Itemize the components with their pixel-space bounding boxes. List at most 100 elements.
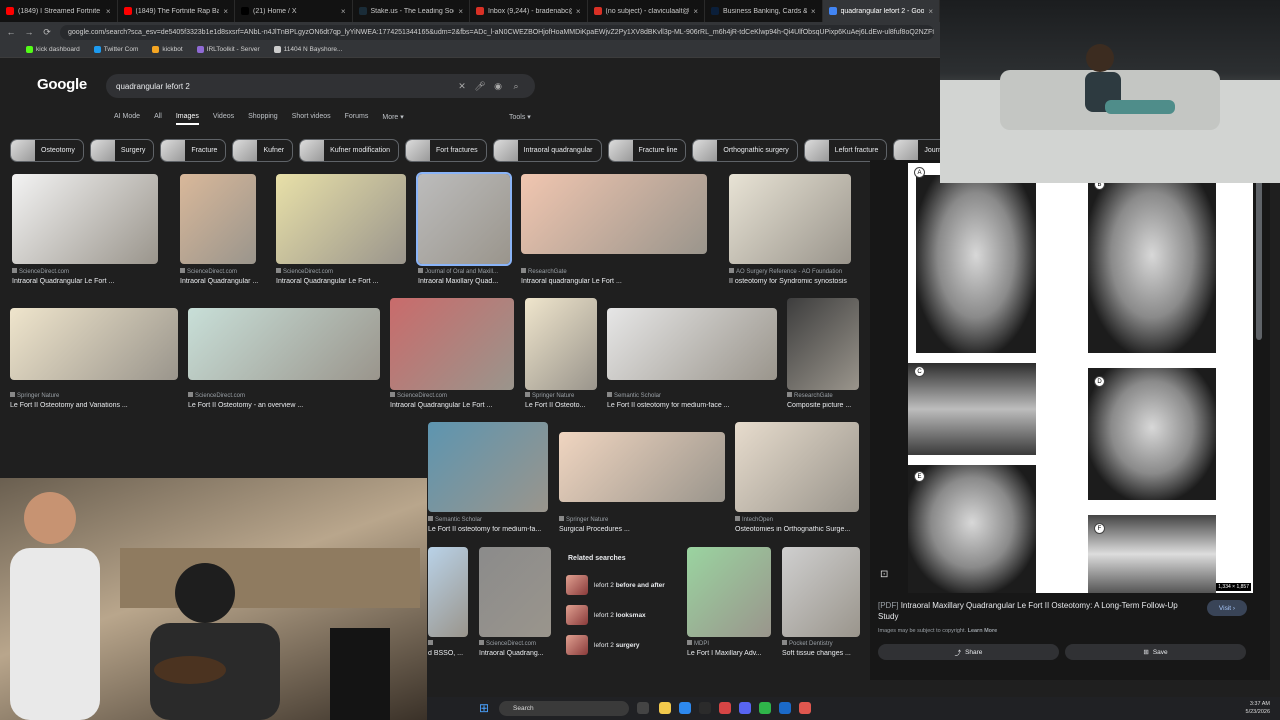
save-button[interactable]: ⊞ Save	[1065, 644, 1246, 660]
refinement-chip[interactable]: Fort fractures	[404, 139, 487, 162]
search-box[interactable]: quadrangular lefort 2 ✕ 🎤︎ ◉ ⌕	[106, 74, 535, 98]
result-thumbnail[interactable]	[12, 174, 158, 264]
tab-close-icon[interactable]: ×	[458, 7, 463, 16]
filter-tab[interactable]: Forums	[345, 113, 369, 125]
tab-close-icon[interactable]: ×	[106, 7, 111, 16]
result-thumbnail[interactable]	[521, 174, 707, 254]
refinement-chip[interactable]: Fracture	[160, 139, 227, 162]
result-thumbnail[interactable]	[782, 547, 860, 637]
browser-tab[interactable]: Inbox (9,244) - bradenabc@gm ×	[470, 0, 588, 22]
lens-icon[interactable]: ⊡	[880, 569, 888, 580]
browser-tab[interactable]: quadrangular lefort 2 - Google×	[822, 0, 940, 22]
browser-tab[interactable]: (no subject) - claviculaalt@gm×	[588, 0, 705, 22]
tab-close-icon[interactable]: ×	[576, 7, 581, 16]
tab-close-icon[interactable]: ×	[341, 7, 346, 16]
discord-icon[interactable]	[739, 702, 751, 714]
refinement-chip[interactable]: Intraoral quadrangular	[492, 139, 602, 162]
related-search-item[interactable]: lefort 2 looksmax	[562, 600, 676, 630]
result-thumbnail[interactable]	[416, 172, 512, 266]
browser-tab[interactable]: (1849) I Streamed Fortnite for ×	[0, 0, 118, 22]
result-thumbnail[interactable]	[525, 298, 597, 390]
spotify-icon[interactable]	[759, 702, 771, 714]
filter-tab[interactable]: AI Mode	[114, 113, 140, 125]
result-thumbnail[interactable]	[607, 308, 777, 380]
tab-close-icon[interactable]: ×	[693, 7, 698, 16]
obs-icon[interactable]	[779, 702, 791, 714]
google-logo[interactable]: Google	[37, 76, 87, 93]
task-view-icon[interactable]	[637, 702, 649, 714]
refinement-chip[interactable]: Orthognathic surgery	[692, 139, 798, 162]
bookmark-item[interactable]: kick dashboard	[26, 46, 80, 53]
result-thumbnail[interactable]	[687, 547, 771, 637]
refinement-chip[interactable]: Lefort fracture	[803, 139, 888, 162]
address-bar[interactable]: google.com/search?sca_esv=de5405f3323b1e…	[60, 24, 934, 40]
microphone-icon[interactable]: 🎤︎	[471, 81, 489, 92]
file-explorer-icon[interactable]	[659, 702, 671, 714]
filter-tab[interactable]: Images	[175, 113, 199, 125]
forward-icon[interactable]: →	[24, 27, 34, 37]
panel-title[interactable]: [PDF] Intraoral Maxillary Quadrangular L…	[878, 600, 1198, 622]
bookmark-item[interactable]: Twitter Com	[93, 46, 138, 53]
edge-icon[interactable]	[679, 702, 691, 714]
result-source[interactable]: ScienceDirect.com	[12, 268, 198, 275]
refinement-chip[interactable]: Osteotomy	[10, 139, 84, 162]
clear-icon[interactable]: ✕	[453, 81, 471, 92]
start-icon[interactable]: ⊞	[479, 701, 489, 715]
bookmark-item[interactable]: IRLToolkit - Server	[196, 46, 260, 53]
back-icon[interactable]: ←	[6, 27, 16, 37]
filter-tab[interactable]: Shopping	[248, 113, 278, 125]
filter-tab[interactable]: All	[154, 113, 162, 125]
app-icon[interactable]	[699, 702, 711, 714]
filter-tab[interactable]: Short videos	[292, 113, 331, 125]
result-thumbnail[interactable]	[276, 174, 406, 264]
refinement-chip[interactable]: Kufner	[232, 139, 294, 162]
result-source[interactable]: Semantic Scholar	[607, 392, 817, 399]
result-title[interactable]: Intraoral quadrangular Le Fort ...	[521, 278, 757, 285]
active-app-icon[interactable]	[799, 702, 811, 714]
result-thumbnail[interactable]	[10, 308, 178, 380]
browser-tab[interactable]: Stake.us - The Leading Social C×	[353, 0, 470, 22]
result-thumbnail[interactable]	[787, 298, 859, 390]
result-source[interactable]: ResearchGate	[521, 268, 747, 275]
filter-tab[interactable]: Videos	[213, 113, 234, 125]
refinement-chip[interactable]: Kufner modification	[299, 139, 399, 162]
search-icon[interactable]: ⌕	[507, 81, 525, 92]
result-source[interactable]: AO Surgery Reference - AO Foundation	[729, 268, 891, 275]
result-thumbnail[interactable]	[735, 422, 859, 512]
related-search-item[interactable]: lefort 2 before and after	[562, 570, 676, 600]
tab-close-icon[interactable]: ×	[223, 7, 228, 16]
result-thumbnail[interactable]	[428, 547, 468, 637]
browser-tab[interactable]: Business Banking, Cards & Tec ×	[705, 0, 823, 22]
filter-tab[interactable]: More ▾	[382, 113, 403, 125]
result-thumbnail[interactable]	[188, 308, 380, 380]
result-thumbnail[interactable]	[729, 174, 851, 264]
result-source[interactable]: ScienceDirect.com	[188, 392, 420, 399]
browser-tab[interactable]: (1849) The Fortnite Rap Battle |×	[118, 0, 235, 22]
result-thumbnail[interactable]	[390, 298, 514, 390]
result-thumbnail[interactable]	[559, 432, 725, 502]
visit-button[interactable]: Visit ›	[1207, 600, 1247, 616]
share-button[interactable]: ⤴ Share	[878, 644, 1059, 660]
result-thumbnail[interactable]	[479, 547, 551, 637]
panel-scrollbar[interactable]	[1256, 160, 1262, 340]
browser-tab[interactable]: (21) Home / X ×	[235, 0, 353, 22]
tools-menu[interactable]: Tools ▾	[509, 113, 531, 121]
taskbar-search[interactable]: Search	[499, 701, 629, 716]
tab-close-icon[interactable]: ×	[928, 7, 933, 16]
bookmark-item[interactable]: 11404 N Bayshore...	[273, 46, 342, 53]
result-source[interactable]: Springer Nature	[10, 392, 218, 399]
result-thumbnail[interactable]	[428, 422, 548, 512]
refinement-chip[interactable]: Journal of O	[893, 139, 940, 162]
bookmark-item[interactable]: kickbot	[152, 46, 183, 53]
camera-icon[interactable]: ◉	[489, 81, 507, 92]
related-search-item[interactable]: lefort 2 surgery	[562, 630, 676, 660]
refinement-chip[interactable]: Fracture line	[607, 139, 687, 162]
result-thumbnail[interactable]	[180, 174, 256, 264]
result-title[interactable]: Intraoral Quadrangular Le Fort ...	[12, 278, 208, 285]
chrome-icon[interactable]	[719, 702, 731, 714]
reload-icon[interactable]: ⟳	[42, 27, 52, 38]
preview-image[interactable]: A B C D E F 1,334 × 1,857	[908, 163, 1253, 593]
search-input[interactable]: quadrangular lefort 2	[116, 82, 453, 91]
panel-title-text[interactable]: Intraoral Maxillary Quadrangular Le Fort…	[878, 601, 1178, 621]
tab-close-icon[interactable]: ×	[811, 7, 816, 16]
